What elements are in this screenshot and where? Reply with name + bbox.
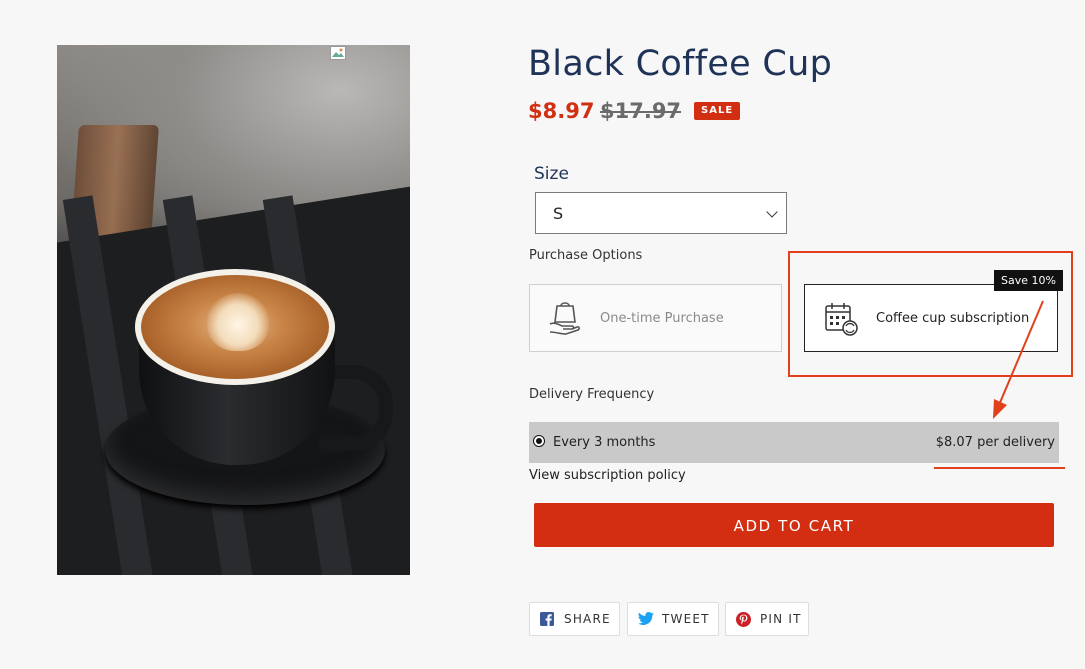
subscription-policy-link[interactable]: View subscription policy <box>529 468 686 483</box>
frequency-label: Every 3 months <box>553 435 656 450</box>
product-title: Black Coffee Cup <box>528 44 833 84</box>
delivery-frequency-option[interactable]: Every 3 months $8.07 per delivery <box>529 422 1059 463</box>
sale-price: $8.97 <box>528 99 595 123</box>
one-time-purchase-label: One-time Purchase <box>600 311 724 326</box>
twitter-icon <box>638 612 654 625</box>
facebook-icon <box>540 612 554 626</box>
delivery-frequency-label: Delivery Frequency <box>529 387 655 402</box>
size-label: Size <box>534 164 569 184</box>
shopping-bag-hand-icon <box>549 302 580 335</box>
compare-price: $17.97 <box>600 99 682 123</box>
annotation-arrow <box>993 300 1044 419</box>
chevron-down-icon <box>766 206 778 218</box>
share-facebook-button[interactable]: SHARE <box>529 602 620 636</box>
purchase-options-label: Purchase Options <box>529 248 643 263</box>
sale-badge: SALE <box>694 102 741 120</box>
frequency-radio[interactable] <box>533 435 545 447</box>
share-twitter-button[interactable]: TWEET <box>627 602 719 636</box>
annotation-underline <box>934 467 1065 469</box>
share-pinterest-button[interactable]: PIN IT <box>725 602 809 636</box>
share-pinterest-label: PIN IT <box>760 612 802 626</box>
one-time-purchase-option[interactable]: One-time Purchase <box>529 284 782 352</box>
size-select[interactable]: S <box>535 192 787 234</box>
per-delivery-price: $8.07 per delivery <box>935 435 1055 450</box>
share-twitter-label: TWEET <box>662 612 710 626</box>
size-select-value: S <box>553 204 564 223</box>
latte-art <box>207 293 269 351</box>
product-image[interactable] <box>57 45 410 575</box>
add-to-cart-button[interactable]: ADD TO CART <box>534 503 1054 547</box>
pinterest-icon <box>736 612 751 627</box>
broken-image-icon <box>330 46 346 60</box>
share-facebook-label: SHARE <box>564 612 611 626</box>
